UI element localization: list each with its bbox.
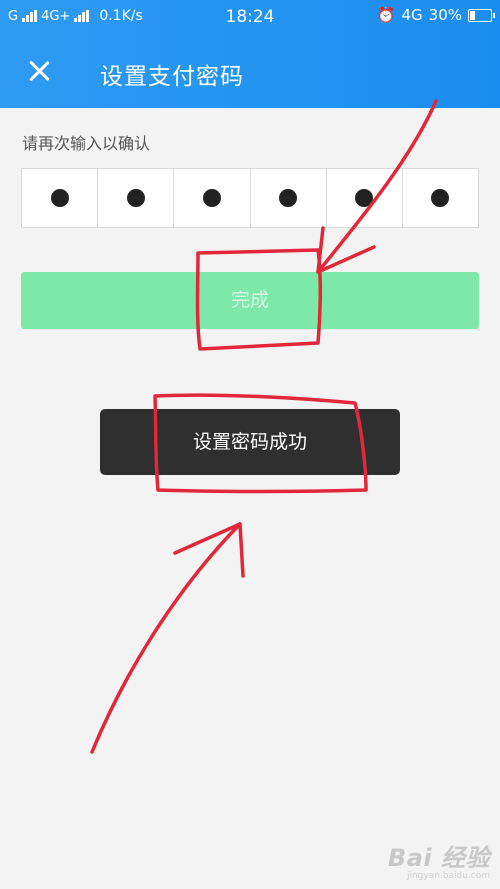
- confirm-hint: 请再次输入以确认: [22, 134, 151, 153]
- pin-input[interactable]: [21, 168, 479, 228]
- arrow-line-bottom: [90, 522, 242, 754]
- status-right: ⏰ 4G 30%: [376, 6, 495, 24]
- pin-dot: [202, 189, 221, 207]
- battery-percent: 30%: [428, 6, 462, 24]
- pin-cell: [22, 169, 99, 227]
- done-button[interactable]: 完成: [21, 272, 479, 329]
- battery-icon: [468, 8, 495, 22]
- battery-fill: [470, 10, 476, 20]
- close-icon[interactable]: [26, 58, 52, 84]
- success-toast: 设置密码成功: [100, 409, 400, 475]
- pin-dot: [126, 189, 145, 207]
- pin-dot: [50, 189, 69, 207]
- pin-cell: [98, 169, 175, 227]
- status-bar: G 4G+ 0.1K/s 18:24 ⏰ 4G 30%: [0, 0, 500, 34]
- watermark: Bai 经验 jingyan.baidu.com: [388, 838, 490, 881]
- pin-dot: [431, 189, 450, 207]
- arrow-head-bottom: [173, 522, 245, 578]
- app-header: G 4G+ 0.1K/s 18:24 ⏰ 4G 30% 设置支付密码: [0, 0, 500, 108]
- watermark-logo: Bai 经验: [387, 844, 490, 872]
- pin-cell: [327, 169, 403, 227]
- pin-dot: [279, 189, 298, 207]
- pin-cell: [403, 169, 478, 227]
- nav-bar: 设置支付密码: [0, 44, 500, 100]
- alarm-icon: ⏰: [376, 6, 396, 24]
- page-title: 设置支付密码: [100, 64, 244, 90]
- arrow-head-top: [316, 226, 376, 274]
- pin-dot: [355, 189, 374, 207]
- pin-cell: [174, 169, 251, 227]
- pin-cell: [251, 169, 327, 227]
- network-right-label: 4G: [401, 6, 423, 24]
